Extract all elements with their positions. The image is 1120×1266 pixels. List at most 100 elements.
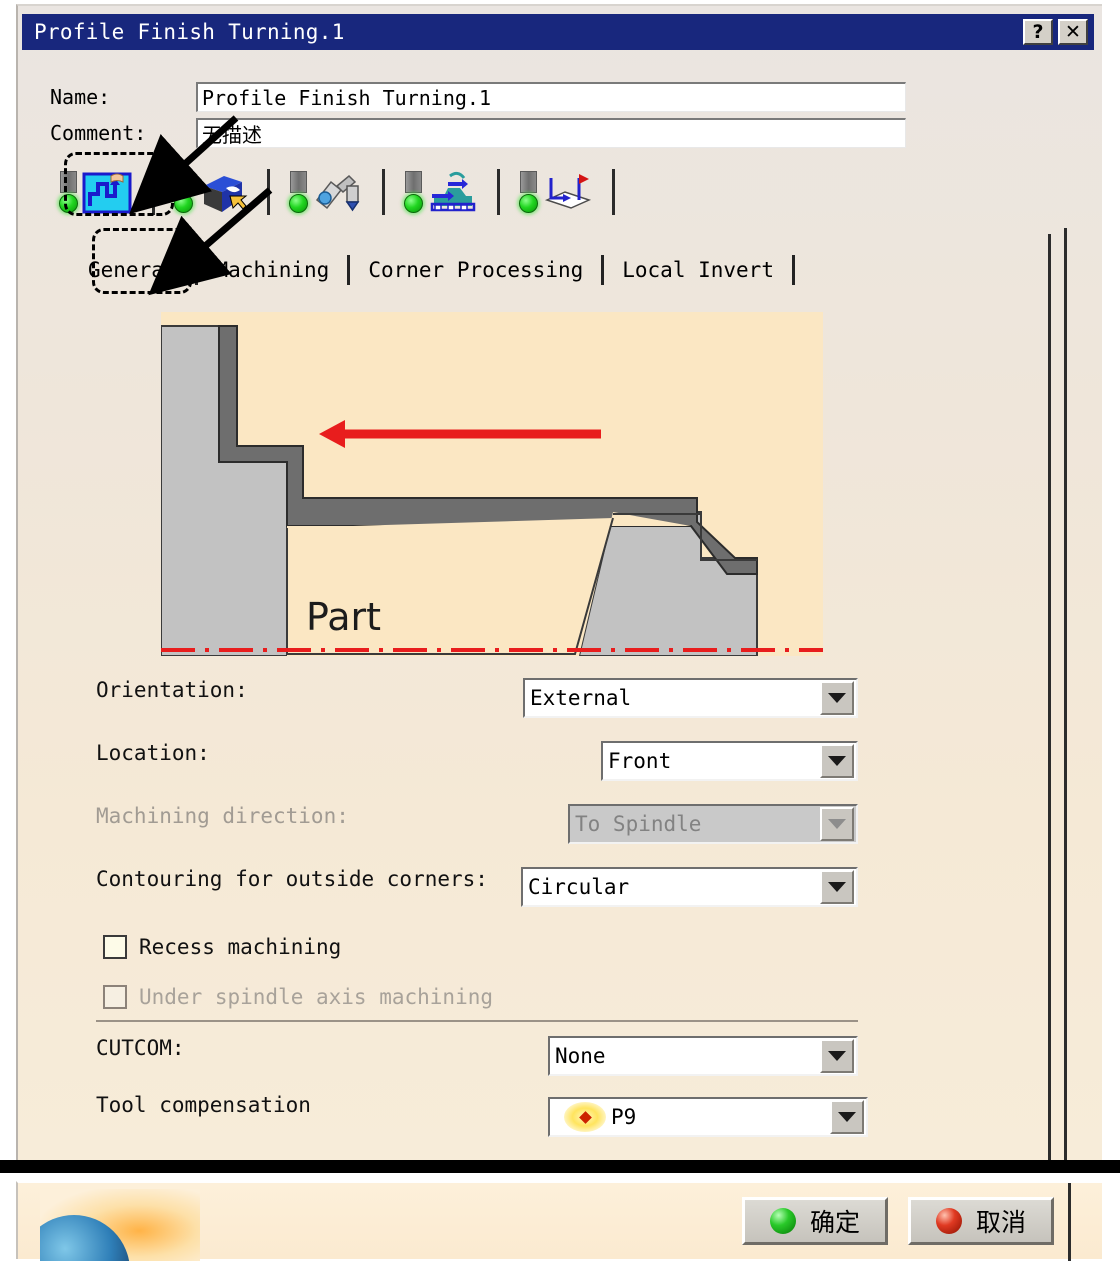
- tab-separator: [791, 255, 795, 285]
- window-separator-bar: [0, 1160, 1120, 1173]
- chevron-down-icon[interactable]: [820, 744, 854, 778]
- section-divider: [96, 1020, 858, 1022]
- under-spindle-axis-checkbox: [103, 985, 127, 1009]
- strategy-glyph-icon: [82, 172, 132, 214]
- tab-machining[interactable]: Machining: [206, 254, 340, 286]
- tab-local-invert[interactable]: Local Invert: [612, 254, 784, 286]
- tool-icon[interactable]: [287, 169, 365, 215]
- tool-stem-decor: [60, 171, 77, 193]
- recess-machining-checkbox[interactable]: [103, 935, 127, 959]
- toolbar-separator: [152, 169, 155, 215]
- status-led-icon: [174, 194, 193, 213]
- tab-separator: [194, 255, 198, 285]
- comment-row: Comment: 无描述: [50, 118, 906, 148]
- strategy-icon[interactable]: [57, 169, 135, 215]
- orientation-select[interactable]: External: [523, 678, 858, 718]
- green-sphere-icon: [769, 1208, 796, 1234]
- comment-input[interactable]: 无描述: [196, 118, 906, 148]
- machining-direction-select: To Spindle: [568, 804, 858, 844]
- tab-corner-processing[interactable]: Corner Processing: [358, 254, 593, 286]
- tool-compensation-select[interactable]: P9: [548, 1097, 868, 1137]
- orientation-value: External: [530, 686, 632, 710]
- contouring-row: Contouring for outside corners:: [96, 867, 488, 891]
- toolbar-item-tool[interactable]: [284, 166, 368, 218]
- machining-direction-label: Machining direction:: [96, 804, 349, 828]
- tool-stem-decor: [175, 171, 192, 193]
- comment-label: Comment:: [50, 121, 147, 145]
- status-led-icon: [404, 194, 423, 213]
- chevron-down-icon[interactable]: [830, 1100, 864, 1134]
- location-value: Front: [608, 749, 672, 773]
- panel-divider-right-inner: [1064, 228, 1067, 1164]
- footer-divider-right: [1068, 1183, 1071, 1261]
- help-icon[interactable]: ?: [1023, 19, 1053, 45]
- tab-general[interactable]: General: [78, 254, 187, 286]
- macros-icon[interactable]: [517, 169, 595, 215]
- footer-buttons: 确定 取消: [742, 1197, 1102, 1245]
- dialog-title: Profile Finish Turning.1: [34, 20, 345, 44]
- red-sphere-icon: [935, 1208, 962, 1234]
- tool-stem-decor: [520, 171, 537, 193]
- toolbar-separator: [497, 169, 500, 215]
- macros-glyph-icon: [544, 174, 592, 209]
- part-label: Part: [306, 595, 381, 639]
- chevron-down-icon[interactable]: [820, 870, 854, 904]
- machining-illustration: Part: [161, 312, 823, 656]
- name-label: Name:: [50, 85, 111, 109]
- cutcom-value: None: [555, 1044, 606, 1068]
- toolbar-item-feeds-speeds[interactable]: [399, 166, 483, 218]
- chevron-down-icon[interactable]: [820, 1039, 854, 1073]
- feeds-speeds-glyph-icon: [430, 171, 476, 212]
- toolbar-item-geometry[interactable]: [169, 166, 253, 218]
- name-input[interactable]: Profile Finish Turning.1: [196, 82, 906, 112]
- under-spindle-axis-row: Under spindle axis machining: [103, 985, 493, 1009]
- toolbar-item-strategy[interactable]: [54, 166, 138, 218]
- dialog-footer: 确定 取消: [16, 1181, 1102, 1261]
- geometry-icon[interactable]: [172, 169, 250, 215]
- status-led-icon: [289, 194, 308, 213]
- recess-machining-row[interactable]: Recess machining: [103, 935, 341, 959]
- contouring-value: Circular: [528, 875, 630, 899]
- feeds-speeds-icon[interactable]: [402, 169, 480, 215]
- cancel-button[interactable]: 取消: [908, 1197, 1054, 1245]
- tool-compensation-label: Tool compensation: [96, 1093, 311, 1117]
- cancel-button-label: 取消: [975, 1208, 1026, 1237]
- titlebar-buttons: ? ✕: [1023, 19, 1094, 45]
- part-profile-diagram: Part: [161, 325, 823, 656]
- status-led-icon: [59, 194, 78, 213]
- strategy-toolbar: [54, 166, 629, 218]
- ok-button[interactable]: 确定: [742, 1197, 888, 1245]
- tab-separator: [347, 255, 351, 285]
- tab-separator: [601, 255, 605, 285]
- toolbar-separator: [382, 169, 385, 215]
- tool-compensation-row: Tool compensation: [96, 1093, 311, 1117]
- location-label: Location:: [96, 741, 210, 765]
- tool-compensation-value: P9: [611, 1105, 637, 1129]
- under-spindle-axis-label: Under spindle axis machining: [139, 985, 494, 1009]
- name-row: Name: Profile Finish Turning.1: [50, 82, 906, 112]
- location-select[interactable]: Front: [601, 741, 858, 781]
- toolbar-separator: [267, 169, 270, 215]
- close-icon[interactable]: ✕: [1058, 19, 1088, 45]
- geometry-glyph-icon: [204, 176, 248, 212]
- toolbar-separator: [612, 169, 615, 215]
- screenshot-root: Profile Finish Turning.1 ? ✕ Name: Profi…: [0, 0, 1120, 1266]
- location-row: Location:: [96, 741, 210, 765]
- orientation-row: Orientation:: [96, 678, 248, 702]
- tool-stem-decor: [405, 171, 422, 193]
- cutcom-label: CUTCOM:: [96, 1036, 185, 1060]
- contouring-select[interactable]: Circular: [521, 867, 858, 907]
- machining-direction-row: Machining direction:: [96, 804, 349, 828]
- toolbar-item-macros[interactable]: [514, 166, 598, 218]
- tool-stem-decor: [290, 171, 307, 193]
- recess-machining-label: Recess machining: [139, 935, 342, 959]
- cutcom-row: CUTCOM:: [96, 1036, 185, 1060]
- chevron-down-icon: [820, 807, 854, 841]
- orientation-label: Orientation:: [96, 678, 248, 702]
- chevron-down-icon[interactable]: [820, 681, 854, 715]
- cutcom-select[interactable]: None: [548, 1036, 858, 1076]
- profile-finish-turning-dialog: Profile Finish Turning.1 ? ✕ Name: Profi…: [16, 4, 1102, 1164]
- dialog-titlebar: Profile Finish Turning.1 ? ✕: [22, 14, 1094, 50]
- tab-bar: General Machining Corner Processing Loca…: [78, 254, 803, 286]
- tool-compensation-point-icon: [564, 1102, 606, 1132]
